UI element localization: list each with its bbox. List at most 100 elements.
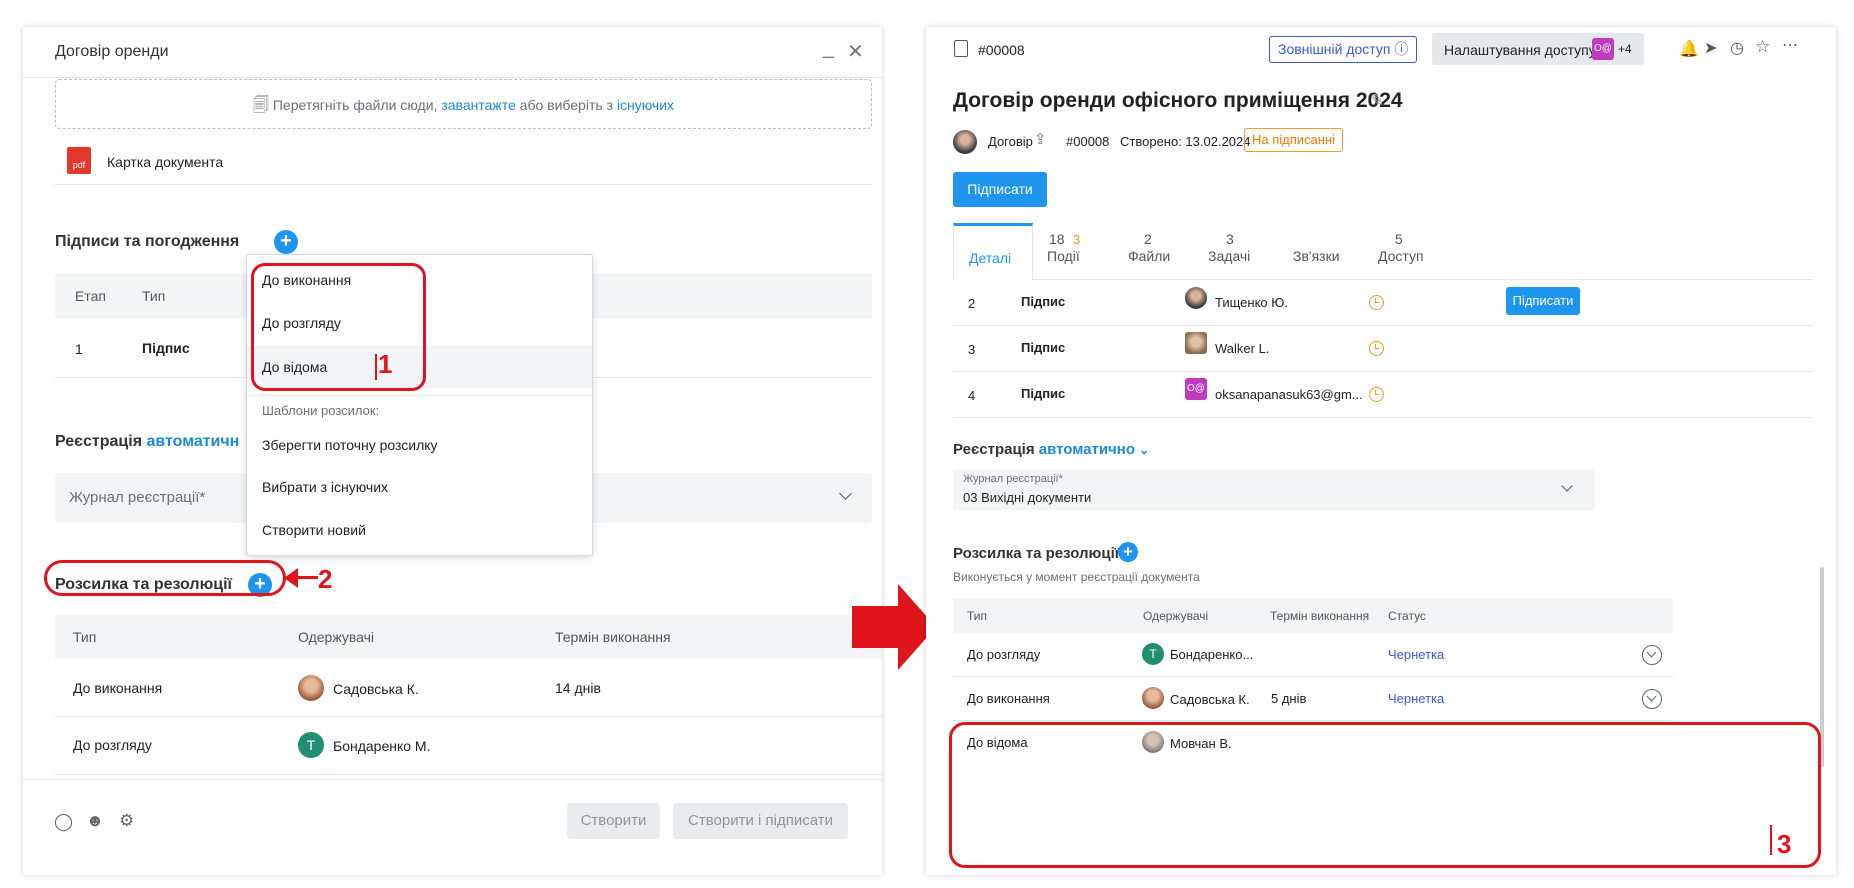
upload-link[interactable]: завантажте xyxy=(441,97,515,113)
row-term: 5 днів xyxy=(1271,691,1307,706)
row-status: Чернетка xyxy=(1388,691,1445,706)
table-row[interactable]: 2 Підпис Тищенко Ю. Підписати xyxy=(953,280,1813,326)
existing-files-link[interactable]: існуючих xyxy=(617,97,674,113)
table-row[interactable]: До розгляду Т Бондаренко М. xyxy=(55,717,882,775)
access-more-count: +4 xyxy=(1618,42,1632,56)
col-type: Тип xyxy=(73,629,97,645)
row-name: Walker L. xyxy=(1215,341,1270,356)
close-icon[interactable]: ✕ xyxy=(847,39,864,64)
tab-count: 5 xyxy=(1395,231,1403,247)
row-sign-button[interactable]: Підписати xyxy=(1506,287,1580,315)
tab-label: Доступ xyxy=(1378,248,1424,264)
tab-count: 18 xyxy=(1049,231,1065,247)
document-title: Договір оренди офісного приміщення 2024 xyxy=(953,89,1403,112)
avatar: Т xyxy=(298,732,324,758)
row-number: 4 xyxy=(968,388,976,403)
gear-icon[interactable]: ⚙ xyxy=(119,811,134,831)
table-row[interactable]: До виконання Садовська К. 14 днів xyxy=(55,659,882,717)
row-type: Підпис xyxy=(1021,294,1066,309)
col-type: Тип xyxy=(967,609,988,623)
table-row[interactable]: 3 Підпис Walker L. xyxy=(953,326,1813,372)
access-settings-label: Налаштування доступу xyxy=(1444,42,1596,58)
add-user-icon[interactable]: ☻ xyxy=(86,811,104,831)
chevron-down-icon[interactable]: ⌄ xyxy=(1139,443,1149,457)
row-type: До розгляду xyxy=(73,737,152,753)
clock-icon xyxy=(1369,341,1384,356)
tab-label: Зв'язки xyxy=(1293,248,1340,264)
annotation-arrow-1 xyxy=(375,354,383,380)
status-badge: На підписанні xyxy=(1244,128,1344,152)
col-recipients: Одержувачі xyxy=(298,629,375,645)
pdf-icon: pdf xyxy=(67,147,91,174)
tab-count: 2 xyxy=(1144,231,1152,247)
col-stage: Етап xyxy=(75,288,106,304)
big-right-arrow xyxy=(852,584,936,670)
journal-select[interactable]: Журнал реєстрації* 03 Вихідні документи xyxy=(953,469,1595,510)
tab-label: Деталі xyxy=(969,250,1012,266)
annotation-box-2 xyxy=(44,560,286,596)
table-row[interactable]: До виконання Садовська К. 5 днів Чернетк… xyxy=(953,677,1673,721)
attached-file-name[interactable]: Картка документа xyxy=(107,154,223,170)
tab-tasks[interactable]: 3 Задачі xyxy=(1190,225,1270,280)
file-drop-zone[interactable]: 🗐 Перетягніть файли сюди, завантажте або… xyxy=(55,79,872,129)
header-divider xyxy=(23,77,882,78)
expand-icon[interactable] xyxy=(1642,645,1662,665)
star-icon[interactable]: ☆ xyxy=(1755,37,1770,57)
annotation-arrowhead-2 xyxy=(284,568,298,588)
access-settings-button[interactable]: Налаштування доступу O@ +4 xyxy=(1432,33,1644,65)
tab-links[interactable]: Зв'язки xyxy=(1270,225,1360,280)
table-row[interactable]: 4 Підпис O@ oksanapanasuk63@gm... xyxy=(953,372,1813,418)
more-icon[interactable]: ⋯ xyxy=(1782,35,1798,55)
registration-mode[interactable]: автоматично xyxy=(1039,441,1135,458)
create-and-sign-button[interactable]: Створити і підписати xyxy=(673,803,848,839)
row-number: 2 xyxy=(968,296,976,311)
table-row[interactable]: До розгляду Т Бондаренко... Чернетка xyxy=(953,634,1673,677)
bell-icon[interactable]: 🔔 xyxy=(1679,39,1699,59)
tag-icon[interactable]: ◯ xyxy=(54,812,73,832)
sign-button[interactable]: Підписати xyxy=(953,172,1047,207)
menu-divider xyxy=(247,395,592,396)
create-button[interactable]: Створити xyxy=(567,803,660,839)
avatar: O@ xyxy=(1185,378,1207,400)
footer-divider xyxy=(23,779,882,780)
journal-value: 03 Вихідні документи xyxy=(963,490,1092,505)
row-type: До розгляду xyxy=(967,647,1041,662)
col-type: Тип xyxy=(142,288,166,304)
add-distribution-button[interactable]: + xyxy=(1118,542,1138,562)
tab-label: Файли xyxy=(1128,248,1171,264)
menu-item-new-template[interactable]: Створити новий xyxy=(262,522,366,538)
expand-icon[interactable] xyxy=(1642,689,1662,709)
external-access-button[interactable]: Зовнішній доступ ⓘ xyxy=(1269,36,1418,63)
registration-mode[interactable]: автоматичн xyxy=(146,433,239,450)
signatures-title: Підписи та погодження xyxy=(55,233,240,250)
tab-files[interactable]: 2 Файли xyxy=(1110,225,1190,280)
file-add-icon: 🗐 xyxy=(252,97,269,114)
row-status: Чернетка xyxy=(1388,647,1445,662)
alarm-icon[interactable]: ◷ xyxy=(1730,38,1744,58)
registration-text: Реєстрація xyxy=(55,433,143,450)
upload-icon[interactable]: ⇪ xyxy=(1034,130,1047,148)
minimize-icon[interactable]: _ xyxy=(823,37,834,60)
tab-details[interactable]: Деталі xyxy=(953,223,1033,280)
journal-label: Журнал реєстрації* xyxy=(963,473,1063,485)
col-term: Термін виконання xyxy=(1270,609,1370,623)
registration-label: Реєстрація автоматичн xyxy=(55,433,239,451)
drop-zone-mid: або виберіть з xyxy=(515,97,617,113)
menu-item-save-template[interactable]: Зберегти поточну розсилку xyxy=(262,437,438,453)
doc-type: Договір xyxy=(988,134,1033,149)
col-term: Термін виконання xyxy=(555,629,671,645)
tab-count: 3 xyxy=(1226,231,1234,247)
tab-access[interactable]: 5 Доступ xyxy=(1360,225,1440,280)
edit-icon[interactable]: ✎ xyxy=(1370,91,1384,111)
distribution-title: Розсилка та резолюції xyxy=(953,545,1119,562)
access-user-badge: O@ xyxy=(1592,38,1614,60)
clock-icon xyxy=(1369,387,1384,402)
add-signature-button[interactable]: + xyxy=(274,230,298,254)
send-icon[interactable]: ➤ xyxy=(1704,38,1717,58)
tab-events[interactable]: 18 3 Події xyxy=(1033,225,1113,280)
row-number: 3 xyxy=(968,342,976,357)
menu-item-choose-template[interactable]: Вибрати з існуючих xyxy=(262,479,388,495)
row-name: Тищенко Ю. xyxy=(1215,295,1289,310)
row-recipient: Садовська К. xyxy=(1170,692,1250,707)
avatar xyxy=(1185,287,1207,309)
